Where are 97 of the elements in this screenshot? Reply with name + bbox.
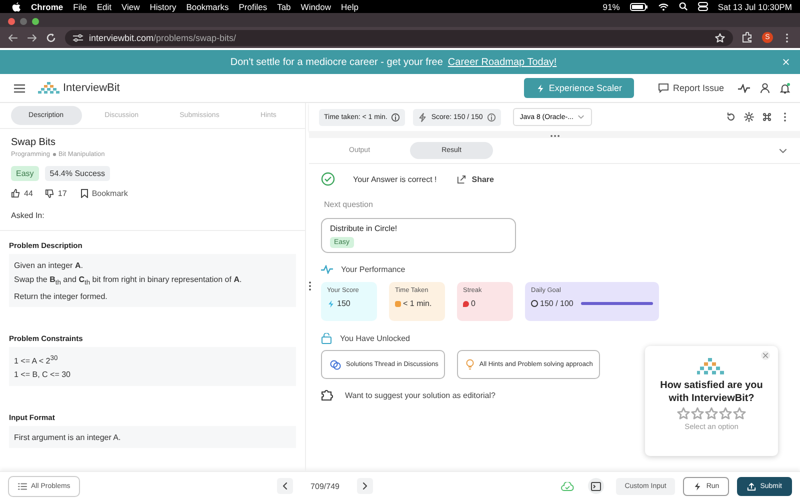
section-heading: Your Performance — [341, 265, 406, 274]
extensions-icon[interactable] — [742, 32, 753, 43]
section-heading: You Have Unlocked — [340, 334, 410, 343]
dislikes-count: 17 — [58, 189, 67, 198]
editorial-prompt: Want to suggest your solution as editorial? — [345, 390, 496, 400]
puzzle-icon — [321, 389, 333, 401]
control-center-icon[interactable] — [698, 2, 708, 11]
stat-value: 0 — [471, 299, 476, 308]
check-circle-icon — [321, 172, 335, 186]
menu-item[interactable]: Bookmarks — [186, 2, 229, 12]
activity-icon — [321, 265, 333, 274]
star-rating[interactable] — [677, 407, 746, 420]
star-icon[interactable] — [705, 407, 718, 420]
logo-text[interactable]: InterviewBit — [63, 82, 120, 94]
list-icon — [18, 482, 27, 490]
menu-item[interactable]: History — [150, 2, 176, 12]
wifi-icon[interactable] — [658, 2, 669, 10]
info-icon[interactable] — [486, 112, 496, 122]
next-question-label: Next question — [324, 200, 374, 209]
site-settings-icon[interactable] — [73, 34, 83, 42]
activity-icon[interactable] — [738, 84, 750, 92]
section-text: 1 <= B, C <= 30 — [14, 369, 72, 382]
maximize-window-button[interactable] — [32, 18, 39, 24]
reload-icon[interactable] — [46, 32, 56, 42]
difficulty-tag: Easy — [11, 166, 39, 181]
problem-counter: 709/749 — [310, 482, 340, 490]
user-icon[interactable] — [760, 83, 770, 93]
section-text: Return the integer formed. — [14, 290, 108, 303]
section-text: Swap the B$_{th}$ and C$_{th}$ bit from right in binary representation of A. — [14, 274, 243, 288]
upload-icon — [747, 482, 756, 490]
menu-item[interactable]: Profiles — [238, 2, 268, 12]
close-window-button[interactable] — [8, 18, 15, 24]
lightbulb-icon — [466, 359, 474, 370]
logo-icon — [696, 358, 726, 376]
reset-icon[interactable] — [726, 112, 736, 122]
menu-item[interactable]: Window — [300, 2, 332, 12]
lightning-icon — [418, 112, 428, 122]
section-text: First argument is an integer A. — [14, 432, 122, 444]
chat-icon[interactable] — [658, 83, 669, 93]
url-text: interviewbit.com/problems/swap-bits/ — [89, 32, 236, 42]
lock-icon — [321, 333, 332, 344]
battery-icon[interactable] — [630, 2, 648, 10]
info-icon[interactable] — [391, 112, 400, 122]
app-menu[interactable]: Chrome — [31, 2, 64, 12]
console-button[interactable] — [588, 478, 604, 494]
bookmark-link[interactable]: Bookmark — [92, 189, 128, 198]
bell-icon[interactable] — [780, 82, 790, 94]
bullet-icon — [53, 153, 56, 156]
menu-item[interactable]: Tab — [277, 2, 291, 12]
chat-bubbles-icon — [330, 360, 341, 370]
lightning-icon — [327, 300, 335, 308]
star-icon[interactable] — [719, 407, 732, 420]
star-icon[interactable] — [733, 407, 746, 420]
asked-in-label: Asked In: — [11, 211, 46, 220]
lightning-icon — [536, 84, 545, 92]
share-icon[interactable] — [456, 174, 466, 184]
star-icon[interactable] — [691, 407, 704, 420]
battery-percent: 91% — [602, 2, 620, 12]
section-text: 1 <= A < 2$^{30}$ — [14, 354, 59, 368]
stat-value: 150 / 100 — [540, 299, 574, 308]
search-icon[interactable] — [678, 2, 688, 11]
share-link[interactable]: Share — [472, 174, 494, 184]
back-icon[interactable] — [8, 32, 18, 42]
close-icon[interactable] — [762, 352, 769, 359]
bookmark-icon[interactable] — [80, 189, 88, 198]
chevron-down-icon — [577, 113, 586, 121]
command-icon[interactable] — [762, 112, 772, 122]
forward-icon[interactable] — [27, 32, 37, 42]
report-issue-link[interactable]: Report Issue — [672, 83, 724, 93]
address-bar[interactable]: interviewbit.com/problems/swap-bits/ — [65, 30, 733, 46]
next-question-title: Distribute in Circle! — [330, 224, 398, 233]
cloud-check-icon[interactable] — [560, 482, 574, 490]
menu-item[interactable]: Edit — [96, 2, 112, 12]
result-message: Your Answer is correct ! — [353, 174, 437, 184]
feedback-question: How satisfied are you with InterviewBit? — [659, 379, 764, 405]
stat-value: 150 — [337, 299, 350, 308]
thumbs-down-icon[interactable] — [44, 189, 54, 198]
clock: Sat 13 Jul 10:30PM — [718, 2, 792, 12]
logo-icon — [37, 82, 61, 94]
likes-count: 44 — [24, 189, 33, 198]
next-button[interactable] — [357, 478, 374, 494]
menu-item[interactable]: View — [121, 2, 140, 12]
previous-button[interactable] — [276, 478, 293, 494]
apple-icon[interactable] — [12, 2, 21, 12]
lightning-icon — [693, 482, 702, 490]
section-text: Given an integer A. — [14, 260, 84, 272]
menu-icon[interactable] — [14, 84, 25, 92]
menu-item[interactable]: File — [73, 2, 87, 12]
thumbs-up-icon[interactable] — [11, 189, 20, 198]
star-icon[interactable] — [677, 407, 690, 420]
stat-value: < 1 min. — [403, 299, 432, 308]
menu-item[interactable]: Help — [341, 2, 359, 12]
banner-text: Don't settle for a mediocre career - get your free — [230, 56, 443, 68]
problem-title: Swap Bits — [11, 137, 56, 148]
terminal-icon — [590, 482, 601, 490]
success-rate-tag: 54.4% Success — [44, 166, 110, 181]
settings-icon[interactable] — [744, 112, 754, 122]
